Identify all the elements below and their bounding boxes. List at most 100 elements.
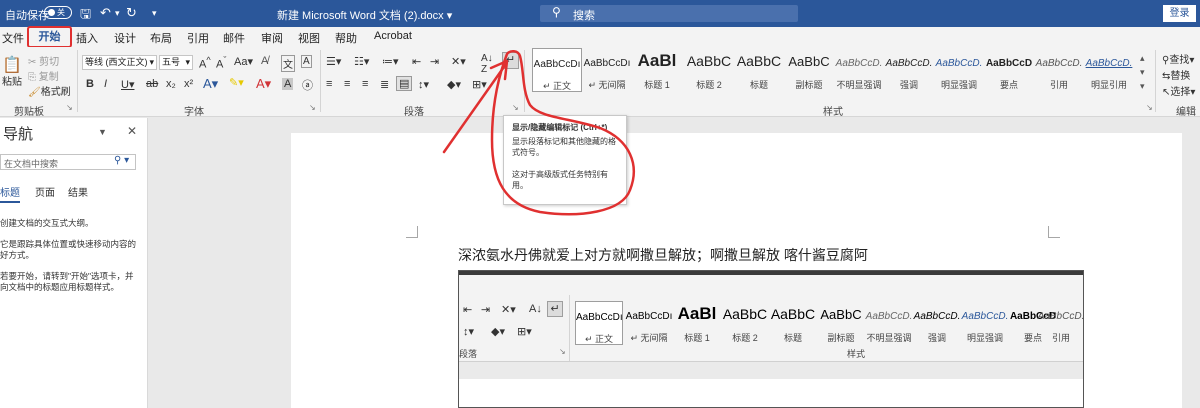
nav-help-text: 它是跟踪具体位置或快速移动内容的好方式。 bbox=[0, 239, 137, 260]
style-heading2[interactable]: AaBbC 标题 2 bbox=[684, 48, 734, 92]
styles-scroll-icon[interactable]: ▴ ▾ ▾ bbox=[1140, 51, 1145, 93]
cut-button[interactable]: ✂ 剪切 bbox=[28, 53, 59, 68]
tab-view[interactable]: 视图 bbox=[298, 30, 320, 46]
change-case-icon[interactable]: Aa▾ bbox=[234, 55, 253, 68]
bullets-icon[interactable]: ☰▾ bbox=[326, 55, 341, 68]
superscript-icon[interactable]: x² bbox=[184, 78, 193, 90]
tab-home[interactable]: 开始 bbox=[27, 26, 72, 48]
clear-format-icon[interactable]: A̸ bbox=[261, 55, 268, 67]
style-subtitle[interactable]: AaBbC 副标题 bbox=[784, 48, 834, 92]
editing-group-label: 编辑 bbox=[1176, 107, 1196, 118]
autosave-toggle[interactable]: 关 bbox=[44, 6, 72, 19]
show-hide-marks-button[interactable]: ↵ bbox=[502, 52, 519, 69]
italic-icon[interactable]: I bbox=[104, 78, 107, 90]
underline-icon[interactable]: U▾ bbox=[121, 78, 134, 91]
find-button[interactable]: ⚲查找▾ bbox=[1162, 51, 1194, 66]
launcher-icon: ↘ bbox=[559, 347, 566, 356]
tab-mailings[interactable]: 邮件 bbox=[223, 30, 245, 46]
shading-icon[interactable]: ◆▾ bbox=[447, 78, 461, 91]
embedded-screenshot[interactable]: ⇤ ⇥ ✕▾ A↓ ↵ ↕▾ ◆▾ ⊞▾ 段落 ↘ AaBbCcDı ↵ 正文 A… bbox=[458, 270, 1084, 408]
nav-options-icon[interactable]: ▼ bbox=[98, 127, 107, 137]
enclose-circle-icon[interactable]: ⓐ bbox=[302, 77, 313, 93]
subscript-icon[interactable]: x₂ bbox=[166, 78, 176, 90]
increase-indent-icon[interactable]: ⇥ bbox=[430, 55, 439, 68]
align-center-icon[interactable]: ≡ bbox=[344, 78, 350, 90]
search-box[interactable]: ⚲ 搜索 bbox=[540, 5, 798, 22]
nav-search-placeholder: 在文档中搜索 bbox=[4, 159, 59, 169]
login-button[interactable]: 登录 bbox=[1163, 5, 1196, 22]
style-heading1[interactable]: AaBl 标题 1 bbox=[632, 48, 682, 92]
style-normal[interactable]: AaBbCcDı ↵ 正文 bbox=[532, 48, 582, 92]
style-strong[interactable]: AaBbCcD 要点 bbox=[984, 48, 1034, 92]
line-spacing-icon[interactable]: ↕▾ bbox=[418, 78, 429, 91]
decrease-indent-icon[interactable]: ⇤ bbox=[412, 55, 421, 68]
highlight-icon[interactable]: ✎▾ bbox=[229, 76, 244, 89]
nav-search-input[interactable]: 在文档中搜索 ⚲ ▾ bbox=[0, 154, 136, 170]
select-button[interactable]: ↖选择▾ bbox=[1162, 83, 1195, 98]
redo-icon[interactable]: ↻ bbox=[126, 5, 137, 21]
style-intense-quote[interactable]: AaBbCcD. 明显引用 bbox=[1084, 48, 1134, 92]
nav-tab-pages[interactable]: 页面 bbox=[35, 184, 55, 199]
tab-insert[interactable]: 插入 bbox=[76, 30, 98, 46]
tooltip-text: 显示段落标记和其他隐藏的格式符号。 bbox=[512, 137, 616, 157]
borders-icon[interactable]: ⊞▾ bbox=[472, 78, 487, 91]
tab-layout[interactable]: 布局 bbox=[150, 30, 172, 46]
customize-toolbar-icon[interactable]: ▾ bbox=[152, 8, 157, 19]
paste-icon[interactable]: 📋 bbox=[2, 55, 22, 75]
char-shading-icon[interactable]: A bbox=[282, 78, 294, 90]
sort-icon[interactable]: A↓ Z bbox=[481, 53, 493, 75]
font-color-icon[interactable]: A▾ bbox=[256, 76, 271, 92]
clipboard-launcher-icon[interactable]: ↘ bbox=[66, 103, 73, 112]
justify-icon[interactable]: ≣ bbox=[380, 78, 389, 91]
bold-icon[interactable]: B bbox=[86, 78, 94, 90]
strikethrough-icon[interactable]: ab bbox=[146, 78, 158, 90]
tab-references[interactable]: 引用 bbox=[187, 30, 209, 46]
embedded-page bbox=[459, 379, 1083, 407]
undo-dropdown-icon[interactable]: ▾ bbox=[115, 8, 120, 19]
paste-button[interactable]: 粘贴 bbox=[2, 73, 22, 88]
distributed-icon[interactable]: ▤ bbox=[396, 76, 413, 91]
font-launcher-icon[interactable]: ↘ bbox=[309, 103, 316, 112]
style-title[interactable]: AaBbC 标题 bbox=[734, 48, 784, 92]
grow-font-icon[interactable]: A^ bbox=[199, 55, 211, 71]
text-effects-icon[interactable]: A▾ bbox=[203, 76, 218, 92]
style-no-spacing[interactable]: AaBbCcDı ↵ 无间隔 bbox=[582, 48, 632, 92]
tab-review[interactable]: 审阅 bbox=[261, 30, 283, 46]
nav-tab-headings[interactable]: 标题 bbox=[0, 184, 20, 203]
style-quote[interactable]: AaBbCcD. 引用 bbox=[1034, 48, 1084, 92]
shrink-font-icon[interactable]: Aˇ bbox=[216, 55, 226, 71]
close-icon[interactable]: ✕ bbox=[127, 124, 137, 138]
copy-icon: ⎘ bbox=[28, 72, 36, 83]
multilevel-list-icon[interactable]: ≔▾ bbox=[382, 55, 399, 68]
undo-icon[interactable]: ↶ bbox=[100, 5, 111, 21]
style-subtle-emphasis[interactable]: AaBbCcD. 不明显强调 bbox=[834, 48, 884, 92]
font-size-select[interactable]: 五号 ▾ bbox=[159, 55, 193, 70]
styles-group-label: 样式 bbox=[823, 107, 843, 118]
chinese-layout-icon[interactable]: ✕▾ bbox=[451, 55, 466, 68]
tab-file[interactable]: 文件 bbox=[2, 30, 24, 46]
style-intense-emphasis[interactable]: AaBbCcD. 明显强调 bbox=[934, 48, 984, 92]
nav-tab-results[interactable]: 结果 bbox=[68, 184, 88, 199]
nav-help-text: 若要开始，请转到"开始"选项卡，并向文档中的标题应用标题样式。 bbox=[0, 271, 134, 292]
paragraph-launcher-icon[interactable]: ↘ bbox=[512, 103, 519, 112]
format-painter-button[interactable]: 🖌格式刷 bbox=[28, 83, 71, 98]
style-subtle-emphasis: AaBbCcD. 不明显强调 bbox=[865, 311, 913, 343]
copy-button[interactable]: ⎘ 复制 bbox=[28, 68, 59, 83]
autosave-label: 自动保存 bbox=[5, 10, 49, 22]
font-name-select[interactable]: 等线 (西文正文) ▾ bbox=[82, 55, 157, 70]
replace-button[interactable]: ⇆替换 bbox=[1162, 67, 1190, 82]
phonetic-guide-icon[interactable]: 文 bbox=[281, 55, 295, 72]
numbering-icon[interactable]: ☷▾ bbox=[354, 55, 369, 68]
style-subtitle: AaBbC 副标题 bbox=[820, 307, 862, 343]
font-group-label: 字体 bbox=[184, 107, 204, 118]
tab-help[interactable]: 帮助 bbox=[335, 30, 357, 46]
tab-acrobat[interactable]: Acrobat bbox=[374, 30, 412, 42]
save-icon[interactable]: 🖫 bbox=[80, 5, 91, 27]
style-emphasis[interactable]: AaBbCcD. 强调 bbox=[884, 48, 934, 92]
tab-design[interactable]: 设计 bbox=[114, 30, 136, 46]
align-left-icon[interactable]: ≡ bbox=[326, 78, 332, 90]
styles-launcher-icon[interactable]: ↘ bbox=[1146, 103, 1153, 112]
enclose-char-icon[interactable]: A bbox=[301, 55, 312, 68]
align-right-icon[interactable]: ≡ bbox=[362, 78, 368, 90]
document-body-text[interactable]: 深浓氨水丹佛就爱上对方就啊撒旦解放；啊撒旦解放 喀什酱豆腐阿 bbox=[458, 245, 868, 265]
